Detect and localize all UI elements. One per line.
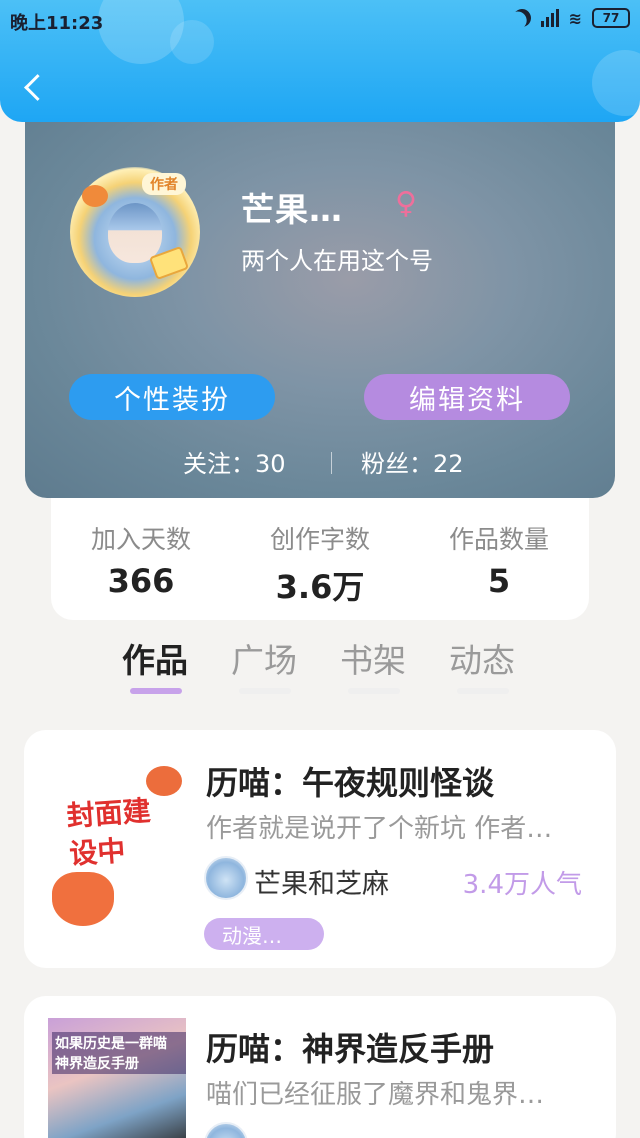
stat-label: 创作字数	[269, 525, 370, 554]
follow-row: 关注：30 粉丝：22	[25, 444, 615, 480]
tab-square[interactable]: 广场	[231, 634, 297, 682]
moon-icon	[509, 6, 534, 31]
author-badge: 作者	[142, 173, 186, 195]
status-icons: ≋ 77	[513, 8, 630, 28]
heart-icon	[52, 872, 114, 926]
female-icon: ♀	[395, 186, 417, 221]
signal-icon	[540, 9, 559, 27]
author-avatar	[204, 1122, 248, 1138]
popularity: 3.4万人气	[462, 870, 582, 900]
work-card[interactable]: 封面建设中 历喵：午夜规则怪谈 作者就是说开了个新坑 作者… 芒果和芝麻 3.4…	[24, 730, 616, 968]
cover-text: 如果历史是一群喵 神界造反手册	[52, 1032, 186, 1074]
avatar-illustration	[108, 203, 162, 263]
dress-up-button[interactable]: 个性装扮	[69, 374, 275, 420]
work-description: 作者就是说开了个新坑 作者…	[206, 814, 553, 844]
edit-profile-button[interactable]: 编辑资料	[364, 374, 570, 420]
divider	[331, 452, 332, 474]
stat-join-days: 加入天数 366	[61, 520, 221, 600]
balloon-icon	[82, 185, 108, 207]
author-name: 芒果和芝麻	[254, 869, 389, 900]
decor-bubble	[170, 20, 214, 64]
work-cover: 如果历史是一群喵 神界造反手册	[48, 1018, 186, 1138]
stat-label: 作品数量	[448, 525, 549, 554]
genre-tag[interactable]: 动漫…	[204, 918, 324, 950]
stat-word-count: 创作字数 3.6万	[240, 520, 400, 608]
stat-value: 5	[487, 562, 511, 600]
cover-text: 封面建设中	[65, 794, 152, 871]
author-avatar	[204, 856, 248, 900]
tab-indicator	[239, 688, 291, 694]
work-cover: 封面建设中	[48, 760, 198, 946]
stat-label: 加入天数	[90, 525, 191, 554]
stat-work-count: 作品数量 5	[419, 520, 579, 600]
back-button[interactable]	[22, 70, 48, 106]
battery-icon: 77	[592, 8, 630, 28]
tab-works[interactable]: 作品	[122, 634, 188, 682]
tab-indicator	[348, 688, 400, 694]
status-time: 晚上11:23	[10, 13, 104, 34]
following-count[interactable]: 关注：30	[183, 444, 286, 479]
avatar[interactable]: 作者	[70, 167, 200, 297]
work-description: 喵们已经征服了魔界和鬼界…	[206, 1080, 545, 1110]
work-title: 历喵：神界造反手册	[206, 1030, 495, 1068]
tab-activity[interactable]: 动态	[449, 634, 515, 682]
tab-bookshelf[interactable]: 书架	[340, 634, 406, 682]
stat-value: 366	[107, 562, 175, 600]
work-title: 历喵：午夜规则怪谈	[206, 764, 495, 802]
tab-indicator	[457, 688, 509, 694]
tab-bar: 作品 广场 书架 动态	[0, 626, 640, 704]
work-card[interactable]: 如果历史是一群喵 神界造反手册 历喵：神界造反手册 喵们已经征服了魔界和鬼界…	[24, 996, 616, 1138]
header-bar: 晚上11:23 ≋ 77	[0, 0, 640, 122]
battery-level: 77	[602, 11, 620, 25]
bio: 两个人在用这个号	[241, 247, 433, 275]
profile-card: 作者 芒果… ♀ 两个人在用这个号 个性装扮 编辑资料 关注：30 粉丝：22	[25, 100, 615, 498]
decor-bubble	[592, 50, 640, 116]
nickname: 芒果…	[241, 190, 343, 229]
fans-count[interactable]: 粉丝：22	[361, 444, 464, 479]
stat-value: 3.6万	[275, 568, 365, 606]
tab-indicator	[130, 688, 182, 694]
wifi-icon: ≋	[568, 8, 582, 28]
